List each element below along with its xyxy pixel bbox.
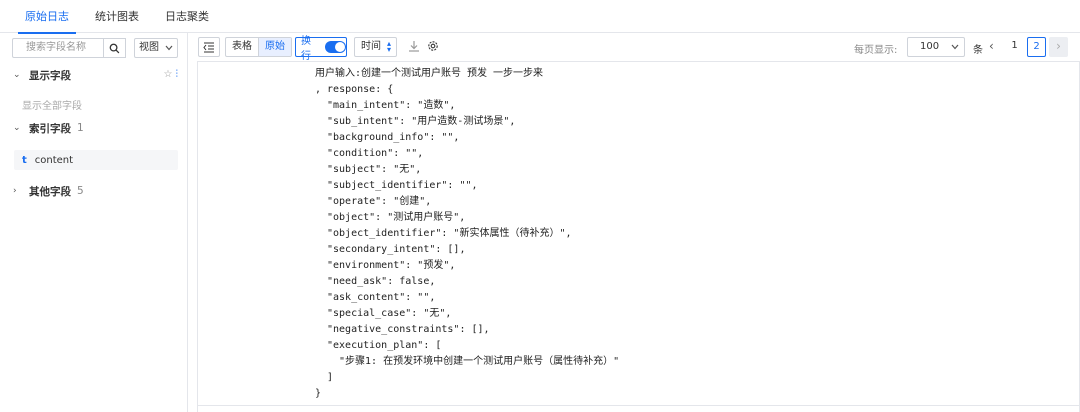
other-fields-title: 其他字段: [29, 185, 71, 198]
log-line: "negative_constraints": [],: [327, 324, 490, 335]
view-select[interactable]: 视图: [134, 38, 178, 58]
log-line: "condition": "",: [327, 148, 424, 159]
log-tabs: 原始日志 统计图表 日志聚类: [0, 0, 1080, 34]
displayed-fields-section[interactable]: ⌄ 显示字段 ☆ ⫶: [0, 65, 188, 85]
log-line: "sub_intent": "用户造数-测试场景",: [327, 116, 516, 127]
tab-raw-logs[interactable]: 原始日志: [12, 0, 82, 34]
per-page-label: 每页显示:: [854, 45, 898, 56]
log-line: ]: [327, 372, 334, 383]
log-line: "special_case": "无",: [327, 308, 452, 319]
log-line: "operate": "创建",: [327, 196, 432, 207]
show-all-fields-hint: 显示全部字段: [22, 101, 82, 112]
field-search-input[interactable]: 搜索字段名称: [12, 38, 104, 58]
collapse-sidebar-button[interactable]: [198, 37, 220, 57]
log-line: "subject_identifier": "",: [327, 180, 478, 191]
tab-log-clustering[interactable]: 日志聚类: [152, 0, 222, 33]
line-wrap-toggle[interactable]: 换行: [295, 36, 347, 62]
view-select-label: 视图: [139, 42, 159, 53]
table-view-button[interactable]: 表格: [226, 38, 258, 56]
chevron-right-icon: ›: [13, 186, 17, 196]
line-wrap-switch[interactable]: [324, 41, 346, 53]
chevron-right-icon: ›: [1056, 39, 1061, 53]
download-button[interactable]: [407, 39, 421, 53]
log-line: , response: {: [315, 84, 394, 95]
page-1-button[interactable]: 1: [1005, 37, 1024, 57]
log-line: "ask_content": "",: [327, 292, 436, 303]
indexed-fields-section[interactable]: ⌄ 索引字段 1: [0, 118, 188, 138]
section-actions: ☆ ⫶: [164, 69, 178, 80]
indent-icon: [203, 42, 214, 53]
log-line: "步骤1: 在预发环境中创建一个测试用户账号（属性待补充）": [339, 356, 620, 367]
tab-statistics-charts[interactable]: 统计图表: [82, 0, 152, 33]
page-2-button[interactable]: 2: [1027, 37, 1046, 57]
adjust-icon[interactable]: ⫶: [176, 69, 179, 80]
indexed-fields-count: 1: [77, 122, 84, 134]
line-wrap-label: 换行: [301, 36, 311, 62]
sort-icon: ▴ ▾: [386, 39, 391, 54]
page-size-unit: 条: [973, 45, 983, 56]
chevron-down-icon: [951, 44, 959, 50]
field-item-content[interactable]: t content: [14, 150, 178, 170]
displayed-fields-title: 显示字段: [29, 69, 71, 82]
log-line: "object_identifier": "新实体属性（待补充）",: [327, 228, 572, 239]
raw-view-button[interactable]: 原始: [258, 38, 291, 56]
log-line: "object": "测试用户账号",: [327, 212, 466, 223]
chevron-down-icon: ⌄: [13, 70, 21, 80]
page-size-value: 100: [920, 41, 940, 52]
prev-page-button[interactable]: ‹: [989, 39, 994, 53]
raw-log-panel: 用户输入:创建一个测试用户账号 预发 一步一步来 , response: { "ma…: [197, 61, 1080, 412]
chevron-down-icon: [165, 45, 173, 51]
log-line: "subject": "无",: [327, 164, 422, 175]
log-line: "execution_plan": [: [327, 340, 442, 351]
page-size-select[interactable]: 100: [907, 37, 965, 57]
log-line: "need_ask": false,: [327, 276, 436, 287]
log-line: "secondary_intent": [],: [327, 244, 466, 255]
gear-icon: [428, 41, 438, 51]
download-icon: [409, 41, 419, 52]
time-sort-label: 时间: [361, 41, 381, 52]
time-sort-button[interactable]: 时间 ▴ ▾: [354, 37, 397, 57]
search-icon: [109, 43, 120, 53]
text-type-icon: t: [22, 154, 27, 166]
chevron-left-icon: ‹: [989, 39, 994, 53]
field-name: content: [34, 154, 74, 166]
log-line: "environment": "预发",: [327, 260, 456, 271]
next-page-button[interactable]: ›: [1049, 37, 1068, 57]
field-sidebar: 搜索字段名称 视图 ⌄ 显示字段 ☆ ⫶ 显示全部字段 ⌄ 索引字段 1 t c…: [0, 33, 188, 412]
star-icon[interactable]: ☆: [164, 69, 173, 80]
other-fields-count: 5: [77, 185, 84, 197]
log-toolbar: 表格 原始 换行 时间 ▴ ▾ 每页显示: 100 条 ‹ 1 2 ›: [188, 33, 1080, 62]
log-line: "background_info": "",: [327, 132, 460, 143]
search-button[interactable]: [104, 38, 126, 58]
indexed-fields-title: 索引字段: [29, 122, 71, 135]
other-fields-section[interactable]: › 其他字段 5: [0, 181, 188, 201]
view-mode-toggle: 表格 原始: [225, 37, 292, 57]
log-line: }: [315, 388, 322, 399]
log-line: 用户输入:创建一个测试用户账号 预发 一步一步来: [315, 68, 544, 79]
settings-button[interactable]: [426, 39, 440, 53]
field-search: 搜索字段名称: [12, 38, 126, 58]
log-line: "main_intent": "造数",: [327, 100, 456, 111]
chevron-down-icon: ⌄: [13, 123, 21, 133]
